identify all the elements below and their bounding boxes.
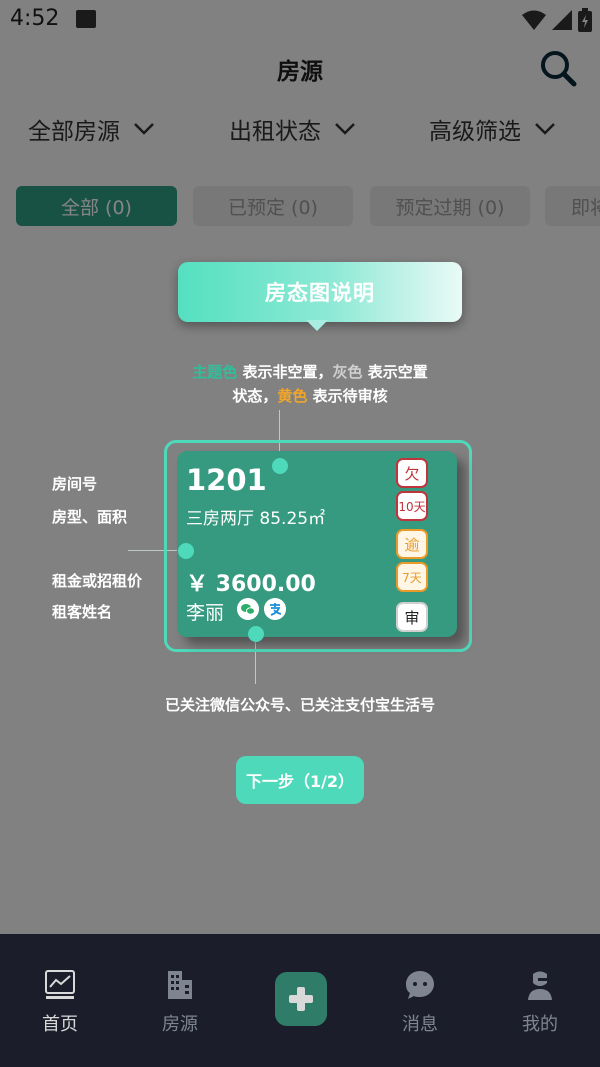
- nav-home[interactable]: 首页: [0, 934, 120, 1067]
- tag-overdue-days: 7天: [396, 562, 428, 592]
- legend-grey-color: 灰色: [332, 363, 363, 381]
- room-number: 1201: [186, 463, 267, 497]
- room-type-area: 三房两厅 85.25㎡: [186, 509, 326, 529]
- tag-owe-days: 10天: [396, 491, 428, 521]
- tenant-name: 李丽: [186, 602, 225, 624]
- label-rent: 租金或招租价: [52, 572, 143, 590]
- legend-yellow-desc: 表示待审核: [307, 387, 388, 405]
- follow-description: 已关注微信公众号、已关注支付宝生活号: [164, 696, 435, 714]
- nav-messages[interactable]: 消息: [360, 934, 480, 1067]
- nav-label: 房源: [162, 1014, 198, 1035]
- user-icon: [528, 971, 552, 1000]
- next-step-button[interactable]: 下一步（1/2）: [236, 756, 364, 804]
- add-listing-button[interactable]: [275, 972, 327, 1026]
- nav-listings[interactable]: 房源: [120, 934, 240, 1067]
- rent-amount: ￥ 3600.00: [186, 572, 316, 597]
- building-icon: [168, 971, 192, 999]
- tutorial-title-bubble: 房态图说明: [178, 262, 462, 322]
- message-icon: [406, 971, 434, 999]
- alipay-icon: [264, 598, 286, 620]
- screen: 4:52 房源 全部房源 出租状态 高级筛选 全部 (0) 已预定 (0) 预定…: [0, 0, 600, 1067]
- legend-yellow-color: 黄色: [277, 387, 308, 405]
- legend-line-1: 主题色 表示非空置，灰色 表示空置: [150, 359, 470, 385]
- label-room-number: 房间号: [52, 475, 98, 493]
- legend-line-2: 状态，黄色 表示待审核: [150, 383, 470, 409]
- nav-label: 我的: [522, 1014, 558, 1035]
- legend-theme-desc: 表示非空置，: [237, 363, 333, 381]
- nav-label: 首页: [42, 1014, 78, 1035]
- tag-review: 审: [396, 602, 428, 632]
- tag-owe: 欠: [396, 458, 428, 488]
- label-type-area: 房型、面积: [52, 508, 128, 526]
- label-tenant: 租客姓名: [52, 603, 113, 621]
- tag-overdue: 逾: [396, 529, 428, 559]
- legend-prefix: 状态，: [232, 387, 278, 405]
- nav-profile[interactable]: 我的: [480, 934, 600, 1067]
- chart-icon: [45, 970, 75, 999]
- pointer-dot-left: [178, 543, 194, 559]
- bubble-tail: [306, 320, 328, 331]
- legend-theme-color: 主题色: [192, 363, 238, 381]
- pointer-dot-top: [272, 458, 288, 474]
- pointer-dot-bottom: [248, 626, 264, 642]
- tutorial-title: 房态图说明: [265, 281, 375, 305]
- wechat-icon: [237, 598, 259, 620]
- add-icon: [289, 987, 313, 1011]
- legend-grey-desc: 表示空置: [362, 363, 428, 381]
- nav-label: 消息: [402, 1014, 438, 1035]
